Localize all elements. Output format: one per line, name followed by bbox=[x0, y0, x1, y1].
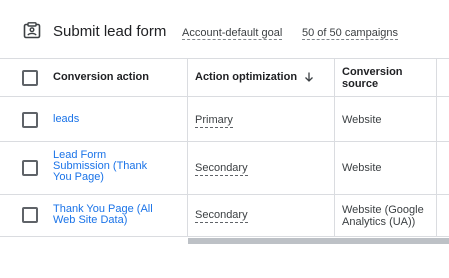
optimization-value: Secondary bbox=[195, 209, 248, 223]
link-text: Web Site Data) bbox=[53, 214, 128, 226]
column-header-label: source bbox=[342, 78, 379, 90]
row-divider bbox=[0, 194, 449, 195]
column-header-conversion-action[interactable]: Conversion action bbox=[53, 71, 149, 83]
optimization-value: Secondary bbox=[195, 162, 248, 176]
column-header-label: Action optimization bbox=[195, 71, 298, 83]
optimization-text: Secondary bbox=[195, 209, 248, 223]
optimization-value: Primary bbox=[195, 114, 233, 128]
row-divider bbox=[0, 236, 449, 237]
source-value: Website bbox=[342, 114, 382, 126]
form-icon bbox=[23, 22, 41, 39]
select-all-checkbox[interactable] bbox=[22, 70, 38, 86]
header: Submit lead form Account-default goal 50… bbox=[0, 0, 449, 58]
divider bbox=[0, 58, 449, 59]
source-text: Website (Google bbox=[342, 204, 424, 216]
column-header-label: Conversion bbox=[342, 66, 403, 78]
link-text: leads bbox=[53, 113, 80, 125]
source-text: Analytics (UA)) bbox=[342, 216, 416, 228]
source-value: Website bbox=[342, 162, 382, 174]
conversion-action-link[interactable]: Lead Form Submission (Thank You Page) bbox=[53, 150, 147, 183]
column-divider bbox=[436, 59, 437, 237]
column-divider bbox=[187, 59, 188, 237]
optimization-text: Secondary bbox=[195, 162, 248, 176]
column-header-action-optimization[interactable]: Action optimization bbox=[195, 71, 315, 83]
row-checkbox[interactable] bbox=[22, 160, 38, 176]
row-checkbox[interactable] bbox=[22, 112, 38, 128]
row-checkbox[interactable] bbox=[22, 207, 38, 223]
arrow-down-icon bbox=[305, 72, 314, 82]
column-divider bbox=[334, 59, 335, 237]
row-divider bbox=[0, 141, 449, 142]
page-title: Submit lead form bbox=[53, 23, 167, 40]
source-text: Website bbox=[342, 114, 382, 126]
conversion-action-link[interactable]: Thank You Page (All Web Site Data) bbox=[53, 204, 153, 226]
campaigns-link[interactable]: 50 of 50 campaigns bbox=[302, 27, 399, 40]
conversion-action-link[interactable]: leads bbox=[53, 114, 79, 125]
optimization-text: Primary bbox=[195, 114, 233, 128]
source-value: Website (Google Analytics (UA)) bbox=[342, 204, 424, 228]
source-text: Website bbox=[342, 162, 382, 174]
row-divider bbox=[0, 96, 449, 97]
horizontal-scrollbar[interactable] bbox=[188, 238, 449, 244]
column-header-conversion-source[interactable]: Conversion source bbox=[342, 66, 403, 90]
goal-link[interactable]: Account-default goal bbox=[182, 27, 283, 40]
link-text: You Page) bbox=[53, 171, 104, 183]
